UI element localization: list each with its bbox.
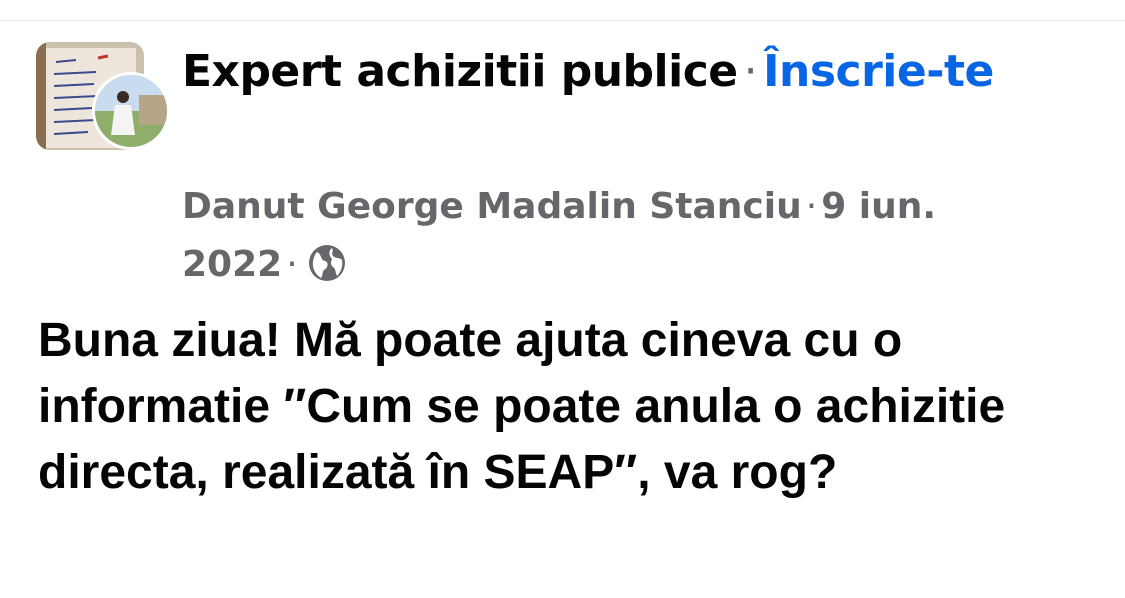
separator-dot: · xyxy=(805,186,818,227)
separator-dot: · xyxy=(743,46,758,97)
separator-dot: · xyxy=(286,244,298,285)
join-group-link[interactable]: Înscrie-te xyxy=(763,46,994,97)
globe-icon xyxy=(306,242,348,284)
author-avatar[interactable] xyxy=(92,72,170,150)
top-divider xyxy=(0,20,1125,21)
post-header: Expert achizitii publice · Înscrie-te xyxy=(182,40,1082,104)
group-title-line: Expert achizitii publice · Înscrie-te xyxy=(182,40,1082,104)
post-avatars[interactable] xyxy=(36,42,170,150)
post-meta: Danut George Madalin Stanciu · 9 iun. 2022… xyxy=(182,178,1062,294)
post-body-text: Buna ziua! Mă poate ajuta cineva cu o in… xyxy=(38,314,1006,499)
group-name[interactable]: Expert achizitii publice xyxy=(182,46,738,97)
author-name[interactable]: Danut George Madalin Stanciu xyxy=(182,186,802,227)
